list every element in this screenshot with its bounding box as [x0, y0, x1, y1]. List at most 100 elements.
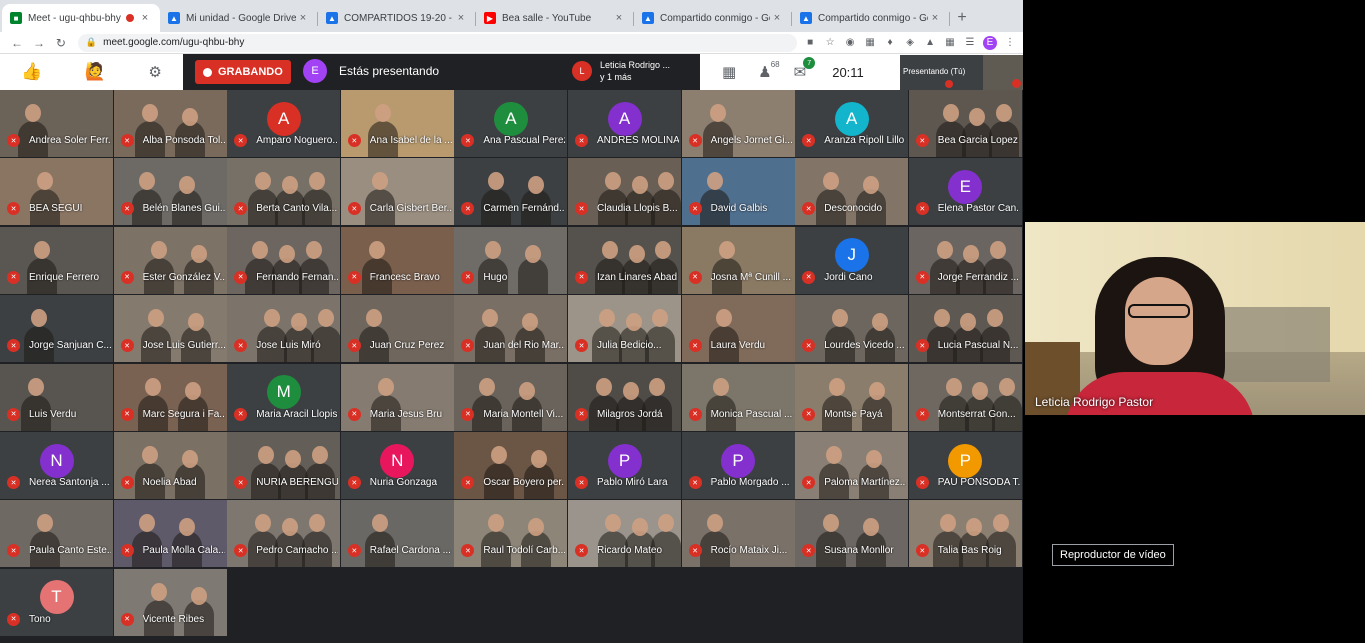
close-tab-icon[interactable]: ×: [770, 12, 784, 24]
participant-tile[interactable]: ✕ Jose Luis Gutierr...: [113, 295, 227, 363]
tab-1[interactable]: ▲ Mi unidad - Google Drive ×: [160, 4, 318, 32]
participant-tile[interactable]: ✕ Paula Molla Cala...: [113, 500, 227, 568]
participant-tile[interactable]: ✕ Paloma Martínez...: [795, 432, 909, 499]
tab-5[interactable]: ▲ Compartido conmigo - Goo ×: [792, 4, 950, 32]
profile-avatar-icon[interactable]: E: [983, 35, 997, 50]
close-tab-icon[interactable]: ×: [454, 12, 468, 24]
camera-icon[interactable]: ■: [803, 36, 817, 50]
gear-icon[interactable]: ⚙: [148, 63, 161, 81]
participant-tile[interactable]: ✕ Ricardo Mateo: [568, 500, 681, 568]
participant-tile[interactable]: ✕ Claudia Llopis B...: [568, 158, 681, 226]
participant-tile[interactable]: ✕ Oscar Boyero per...: [454, 432, 568, 499]
participant-tile[interactable]: ✕ Bea Garcia Lopez: [908, 90, 1022, 157]
kebab-menu-icon[interactable]: ⋮: [1003, 36, 1017, 50]
tab-3[interactable]: ▶ Bea salle - YouTube ×: [476, 4, 634, 32]
extension-icon-3[interactable]: ♦: [883, 36, 897, 50]
participant-tile[interactable]: T ✕ Tono: [0, 568, 113, 636]
participant-tile[interactable]: ✕ Vicente Ribes: [113, 568, 227, 636]
participant-tile[interactable]: ✕ Milagros Jordá: [568, 363, 681, 431]
participant-tile[interactable]: ✕ Enrique Ferrero: [0, 226, 113, 294]
participant-tile[interactable]: ✕ Paula Canto Este...: [0, 500, 113, 568]
participant-tile[interactable]: N ✕ Nerea Santonja ...: [0, 432, 113, 499]
participant-tile[interactable]: J ✕ Jordi Cano: [795, 226, 909, 294]
extension-icon-7[interactable]: ☰: [963, 36, 977, 50]
participant-tile[interactable]: ✕ Monica Pascual ...: [681, 363, 795, 431]
participant-tile[interactable]: E ✕ Elena Pastor Can...: [908, 158, 1022, 226]
participant-tile[interactable]: ✕ Desconocido: [795, 158, 909, 226]
participant-tile[interactable]: ✕ Izan Linares Abad: [568, 226, 681, 294]
participant-tile[interactable]: ✕ Raul Todolí Carb...: [454, 500, 568, 568]
participant-tile[interactable]: ✕ Rocío Mataix Ji...: [681, 500, 795, 568]
participant-tile[interactable]: ✕ Juan del Rio Mar...: [454, 295, 568, 363]
close-tab-icon[interactable]: ×: [296, 12, 310, 24]
participant-tile[interactable]: ✕ Rafael Cardona ...: [340, 500, 454, 568]
extension-icon-6[interactable]: ▦: [943, 36, 957, 50]
participant-tile[interactable]: P ✕ Pablo Miró Lara: [568, 432, 681, 499]
extension-icon-1[interactable]: ◉: [843, 36, 857, 50]
participant-tile[interactable]: ✕ Lucia Pascual N...: [908, 295, 1022, 363]
participant-tile[interactable]: ✕ Laura Verdu: [681, 295, 795, 363]
presenter-info[interactable]: L Leticia Rodrigo ... y 1 más: [572, 59, 670, 83]
close-tab-icon[interactable]: ×: [928, 12, 942, 24]
participant-tile[interactable]: ✕ Susana Monllor: [795, 500, 909, 568]
tab-2[interactable]: ▲ COMPARTIDOS 19-20 - Goo×: [318, 4, 476, 32]
participant-tile[interactable]: ✕ Montse Payá: [795, 363, 909, 431]
self-preview[interactable]: Presentando (Tú): [900, 55, 1023, 90]
participant-tile[interactable]: ✕ Alba Ponsoda Tol...: [113, 90, 227, 157]
forward-icon[interactable]: →: [28, 36, 50, 50]
participant-tile[interactable]: ✕ Julia Bedicio...: [568, 295, 681, 363]
participant-tile[interactable]: ✕ Jorge Ferrandiz ...: [908, 226, 1022, 294]
tab-0[interactable]: ■ Meet - ugu-qhbu-bhy ×: [2, 4, 160, 32]
raise-hand-icon[interactable]: 🙋: [85, 62, 106, 82]
bookmark-star-icon[interactable]: ☆: [823, 36, 837, 50]
close-tab-icon[interactable]: ×: [138, 12, 152, 24]
participant-tile[interactable]: M ✕ Maria Aracil Llopis: [227, 363, 341, 431]
new-tab-button[interactable]: +: [950, 4, 974, 32]
extension-icon-2[interactable]: ▦: [863, 36, 877, 50]
participant-tile[interactable]: P ✕ PAU PONSODA T...: [908, 432, 1022, 499]
participant-tile[interactable]: ✕ Angels Jornet Gi...: [681, 90, 795, 157]
back-icon[interactable]: ←: [6, 36, 28, 50]
participant-tile[interactable]: ✕ Juan Cruz Perez: [340, 295, 454, 363]
participant-tile[interactable]: ✕ Talia Bas Roig: [908, 500, 1022, 568]
participant-tile[interactable]: ✕ Noelia Abad: [113, 432, 227, 499]
participant-tile[interactable]: ✕ Belén Blanes Gui...: [113, 158, 227, 226]
presenting-indicator[interactable]: E Estás presentando: [303, 59, 439, 83]
extension-icon-5[interactable]: ▲: [923, 36, 937, 50]
participant-tile[interactable]: ✕ Ana Isabel de la ...: [340, 90, 454, 157]
reload-icon[interactable]: ↻: [50, 36, 72, 50]
participant-tile[interactable]: ✕ Francesc Bravo: [340, 226, 454, 294]
participant-tile[interactable]: ✕ Marc Segura i Fa...: [113, 363, 227, 431]
grid-layout-icon[interactable]: ▦: [722, 63, 736, 81]
participant-tile[interactable]: ✕ Jorge Sanjuan C...: [0, 295, 113, 363]
participant-tile[interactable]: ✕ Carmen Fernánd...: [454, 158, 568, 226]
participant-tile[interactable]: N ✕ Nuria Gonzaga: [340, 432, 454, 499]
participant-tile[interactable]: ✕ Carla Gisbert Ber...: [340, 158, 454, 226]
participant-tile[interactable]: ✕ Andrea Soler Ferr...: [0, 90, 113, 157]
participant-tile[interactable]: ✕ Fernando Fernan...: [227, 226, 341, 294]
close-tab-icon[interactable]: ×: [612, 12, 626, 24]
extension-icon-4[interactable]: ◈: [903, 36, 917, 50]
participant-tile[interactable]: A ✕ Amparo Noguero...: [227, 90, 341, 157]
participant-tile[interactable]: ✕ David Galbis: [681, 158, 795, 226]
participant-tile[interactable]: ✕ Berta Canto Vila...: [227, 158, 341, 226]
participant-tile[interactable]: A ✕ Aranza Ripoll Lillo: [795, 90, 909, 157]
participant-tile[interactable]: ✕ Josna Mª Cunill ...: [681, 226, 795, 294]
participant-tile[interactable]: ✕ Ester González V...: [113, 226, 227, 294]
participant-tile[interactable]: A ✕ Ana Pascual Perez: [454, 90, 568, 157]
main-speaker-video[interactable]: Leticia Rodrigo Pastor: [1025, 222, 1365, 415]
participant-tile[interactable]: ✕ Maria Jesus Bru: [340, 363, 454, 431]
participant-tile[interactable]: ✕ BEA SEGUI: [0, 158, 113, 226]
participants-icon[interactable]: ♟ 68: [758, 60, 779, 81]
thumbs-up-icon[interactable]: 👍: [21, 62, 42, 82]
participant-tile[interactable]: ✕ Lourdes Vicedo ...: [795, 295, 909, 363]
tab-4[interactable]: ▲ Compartido conmigo - Goo ×: [634, 4, 792, 32]
participant-tile[interactable]: ✕ Maria Montell Vi...: [454, 363, 568, 431]
participant-tile[interactable]: ✕ Pedro Camacho ...: [227, 500, 341, 568]
participant-tile[interactable]: ✕ Hugo: [454, 226, 568, 294]
participant-tile[interactable]: ✕ Montserrat Gon...: [908, 363, 1022, 431]
participant-tile[interactable]: ✕ Luis Verdu: [0, 363, 113, 431]
url-input[interactable]: 🔒 meet.google.com/ugu-qhbu-bhy: [77, 33, 798, 52]
participant-tile[interactable]: P ✕ Pablo Morgado ...: [681, 432, 795, 499]
participant-tile[interactable]: A ✕ ANDRES MOLINA: [568, 90, 681, 157]
